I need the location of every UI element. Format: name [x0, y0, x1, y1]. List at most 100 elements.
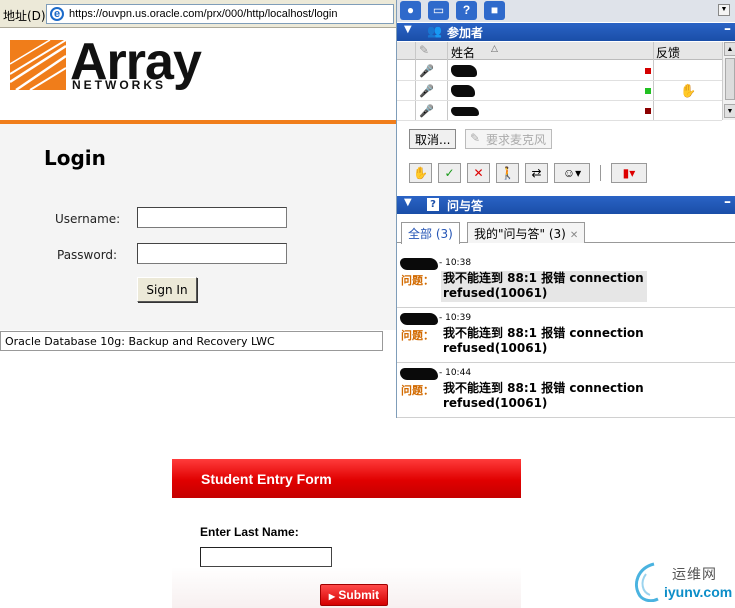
address-url[interactable]: https://ouvpn.us.oracle.com/prx/000/http… [69, 8, 337, 20]
qa-time: - 10:38 [439, 258, 472, 268]
qa-header[interactable]: ▼ ? 问与答 – [397, 194, 735, 214]
logo-subtitle: NETWORKS [72, 78, 166, 92]
close-icon[interactable]: ✕ [570, 230, 578, 241]
status-bar: Oracle Database 10g: Backup and Recovery… [0, 331, 383, 351]
redacted-name [400, 258, 438, 270]
collapse-triangle-icon[interactable]: ▼ [404, 24, 412, 35]
address-bar: 地址(D) e https://ouvpn.us.oracle.com/prx/… [0, 0, 396, 28]
microphone-icon[interactable]: 🎤 [419, 84, 434, 98]
scroll-up-icon[interactable]: ▲ [724, 42, 735, 56]
qa-time: - 10:39 [439, 313, 472, 323]
microphone-muted-icon[interactable]: 🎤 [419, 104, 434, 118]
request-microphone-label: 要求麦克风 [486, 133, 547, 147]
help-icon[interactable]: ? [456, 1, 477, 20]
sort-ascending-icon: △ [491, 44, 498, 54]
password-label: Password: [57, 248, 118, 262]
ie-page-icon: e [50, 7, 64, 21]
chat-icon[interactable]: ▭ [428, 1, 449, 20]
question-label: 问题： [401, 274, 434, 287]
cancel-button[interactable]: 取消... [409, 129, 457, 149]
sign-in-button[interactable]: Sign In [137, 277, 197, 302]
array-logo: Array NETWORKS [0, 28, 396, 120]
password-input[interactable] [137, 243, 287, 264]
last-name-label: Enter Last Name: [200, 525, 299, 539]
poll-chart-dropdown-icon[interactable]: ▮▾ [611, 163, 647, 183]
request-microphone-button[interactable]: ✎ 要求麦克风 [465, 129, 553, 149]
people-icon: 👥 [427, 24, 442, 38]
question-text: 我不能连到 88:1 报错 connection refused(10061) [443, 326, 644, 355]
minimize-icon[interactable]: – [724, 194, 731, 210]
question-label: 问题： [401, 329, 434, 342]
participant-row[interactable]: 🎤 [397, 61, 722, 81]
student-entry-form: Student Entry Form Enter Last Name: ▶ Su… [172, 459, 521, 608]
username-label: Username: [55, 212, 121, 226]
redacted-name [400, 368, 438, 380]
submit-label: Submit [338, 588, 380, 602]
tab-mine[interactable]: 我的"问与答" (3) ✕ [467, 222, 586, 243]
participants-icon[interactable]: ● [400, 1, 421, 20]
scroll-down-icon[interactable]: ▼ [724, 104, 735, 118]
participants-header[interactable]: ▼ 👥 参加者 – [397, 21, 735, 41]
mic-column-icon: ✎ [419, 43, 430, 57]
qa-item[interactable]: - 10:39 问题： 我不能连到 88:1 报错 connection ref… [397, 309, 735, 363]
login-panel: Login Username: Password: Sign In [0, 124, 396, 330]
microphone-icon: ✎ [470, 131, 481, 145]
qa-item[interactable]: - 10:44 问题： 我不能连到 88:1 报错 connection ref… [397, 364, 735, 418]
redacted-name [451, 85, 475, 97]
qa-title: 问与答 [447, 199, 484, 213]
panel-menu-icon[interactable]: ▼ [718, 4, 730, 16]
step-away-icon[interactable]: 🚶 [496, 163, 519, 183]
status-indicator [645, 68, 651, 74]
tab-all[interactable]: 全部 (3) [401, 222, 460, 244]
x-icon[interactable]: ✕ [467, 163, 490, 183]
status-indicator [645, 108, 651, 114]
status-indicator [645, 88, 651, 94]
submit-button[interactable]: ▶ Submit [320, 584, 388, 606]
toolbar-separator [600, 165, 601, 181]
question-label: 问题： [401, 384, 434, 397]
address-field[interactable]: e https://ouvpn.us.oracle.com/prx/000/ht… [46, 4, 394, 24]
arrow-right-icon: ▶ [328, 592, 336, 601]
watermark: 运维网 iyunv.com [630, 560, 735, 608]
login-title: Login [44, 146, 106, 170]
redacted-name [451, 65, 477, 77]
qa-time: - 10:44 [439, 368, 472, 378]
check-icon[interactable]: ✓ [438, 163, 461, 183]
participants-scrollbar[interactable]: ▲ ▼ [722, 42, 735, 120]
browser-window: 地址(D) e https://ouvpn.us.oracle.com/prx/… [0, 0, 396, 352]
watermark-en: iyunv.com [664, 584, 733, 600]
last-name-input[interactable] [200, 547, 332, 567]
speed-icon[interactable]: ⇄ [525, 163, 548, 183]
camera-icon[interactable]: ■ [484, 1, 505, 20]
meeting-toolbar: ● ▭ ? ■ ▼ [397, 0, 735, 22]
array-logo-mark-icon [10, 40, 66, 90]
raise-hand-icon[interactable]: ✋ [409, 163, 432, 183]
participants-table-header: ✎ 姓名 △ 反馈 [397, 42, 722, 60]
username-input[interactable] [137, 207, 287, 228]
question-icon: ? [427, 198, 439, 211]
col-name[interactable]: 姓名 [451, 44, 475, 61]
participants-title: 参加者 [447, 26, 484, 40]
tab-mine-label: 我的"问与答" (3) [474, 227, 566, 241]
qa-item[interactable]: - 10:38 问题： 我不能连到 88:1 报错 connection ref… [397, 254, 735, 308]
redacted-name [400, 313, 438, 325]
watermark-cn: 运维网 [672, 567, 717, 583]
watermark-swoosh-icon [635, 562, 659, 602]
address-label: 地址(D) [3, 9, 46, 23]
participant-row[interactable]: 🎤 [397, 101, 722, 121]
qa-tabs: 全部 (3) 我的"问与答" (3) ✕ [397, 219, 735, 244]
form-title: Student Entry Form [172, 459, 521, 498]
redacted-name [451, 107, 479, 116]
scroll-thumb[interactable] [725, 58, 735, 100]
col-feedback[interactable]: 反馈 [656, 44, 680, 61]
question-text: 我不能连到 88:1 报错 connection refused(10061) [443, 381, 644, 410]
meeting-panel: ● ▭ ? ■ ▼ ▼ 👥 参加者 – ✎ 姓名 △ 反馈 🎤 🎤 ✋ 🎤 ▲ … [396, 0, 735, 418]
raised-hand-icon: ✋ [680, 83, 697, 98]
participant-row[interactable]: 🎤 ✋ [397, 81, 722, 101]
collapse-triangle-icon[interactable]: ▼ [404, 197, 412, 208]
minimize-icon[interactable]: – [724, 21, 731, 37]
question-text: 我不能连到 88:1 报错 connection refused(10061) [443, 271, 644, 300]
participants-table: ✎ 姓名 △ 反馈 🎤 🎤 ✋ 🎤 [397, 42, 722, 121]
emoticon-dropdown-icon[interactable]: ☺▾ [554, 163, 590, 183]
microphone-icon[interactable]: 🎤 [419, 64, 434, 78]
